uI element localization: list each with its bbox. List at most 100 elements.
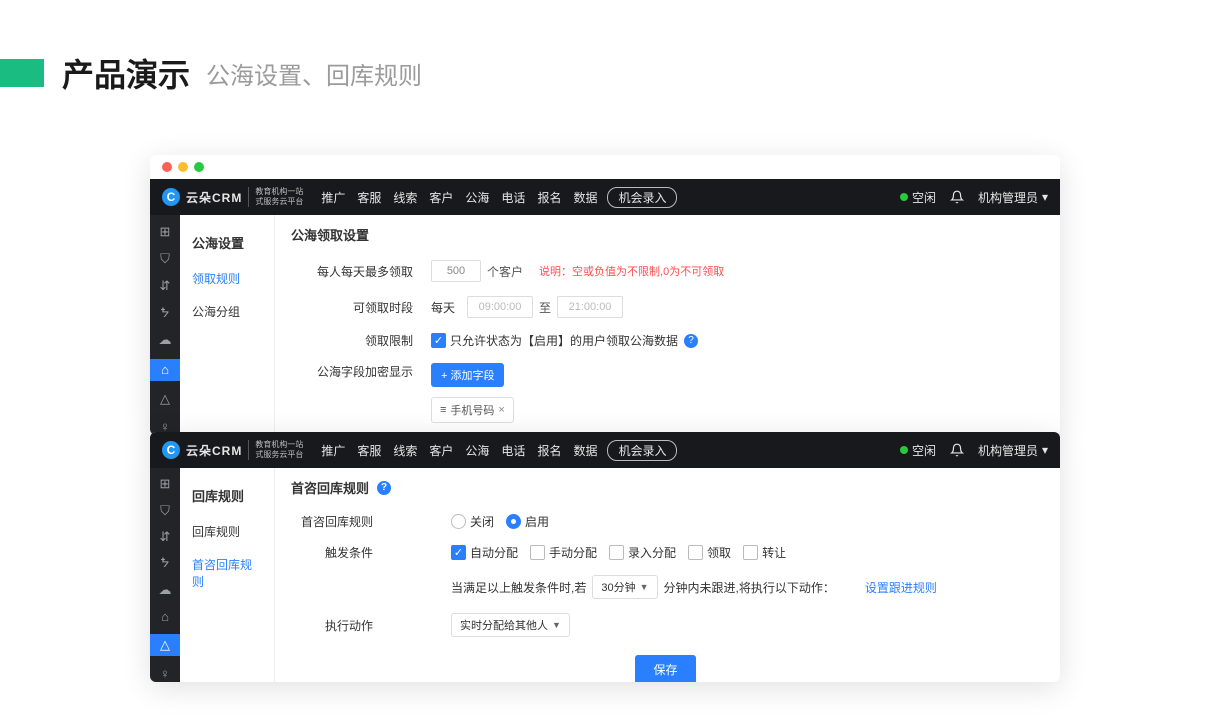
nav-shuju[interactable]: 数据 <box>573 189 597 206</box>
logo-icon: C <box>162 441 180 459</box>
note-text: 说明：空或负值为不限制,0为不可领取 <box>539 263 724 279</box>
mac-close-icon <box>162 162 172 172</box>
opportunity-entry-button[interactable]: 机会录入 <box>607 440 677 461</box>
mac-min-icon <box>178 162 188 172</box>
chk-claim[interactable] <box>688 545 703 560</box>
rail-user-icon[interactable]: ♀ <box>155 666 175 682</box>
rail-stats-icon[interactable]: ⇵ <box>155 529 175 545</box>
nav-xiansuo[interactable]: 线索 <box>393 442 417 459</box>
rail-dashboard-icon[interactable]: ⊞ <box>155 223 175 240</box>
cond-sentence-pre: 当满足以上触发条件时,若 <box>451 579 586 596</box>
input-time-from[interactable] <box>467 296 533 318</box>
help-icon[interactable]: ? <box>377 481 391 495</box>
screenshot-huiku: C 云朵CRM 教育机构一站式服务云平台 推广 客服 线索 客户 公海 电话 报… <box>150 432 1060 682</box>
nav-kefu[interactable]: 客服 <box>357 189 381 206</box>
sidebar-item-fenzu[interactable]: 公海分组 <box>180 295 274 328</box>
chk-auto[interactable]: ✓ <box>451 545 466 560</box>
nav-dianhua[interactable]: 电话 <box>501 442 525 459</box>
topbar-b: C 云朵CRM 教育机构一站式服务云平台 推广 客服 线索 客户 公海 电话 报… <box>150 432 1060 468</box>
nav-baoming[interactable]: 报名 <box>537 189 561 206</box>
cond-sentence-post: 分钟内未跟进,将执行以下动作： <box>664 579 835 596</box>
tag-remove-icon[interactable]: × <box>498 404 504 416</box>
radio-on[interactable] <box>506 514 521 529</box>
help-icon[interactable]: ? <box>684 334 698 348</box>
top-nav-b: 推广 客服 线索 客户 公海 电话 报名 数据 <box>321 442 597 459</box>
logo-text: 云朵CRM <box>186 442 242 459</box>
nav-kefu[interactable]: 客服 <box>357 442 381 459</box>
logo-subtext: 教育机构一站式服务云平台 <box>248 187 303 206</box>
label-encrypt-fields: 公海字段加密显示 <box>291 363 431 380</box>
bell-icon[interactable] <box>950 443 964 457</box>
chevron-down-icon: ▼ <box>640 582 649 592</box>
input-max-claim[interactable] <box>431 260 481 282</box>
user-menu[interactable]: 机构管理员▾ <box>978 442 1048 459</box>
chk-manual[interactable] <box>530 545 545 560</box>
select-action[interactable]: 实时分配给其他人▼ <box>451 613 570 637</box>
accent-bar <box>0 59 44 87</box>
nav-kehu[interactable]: 客户 <box>429 189 453 206</box>
rail-home-icon[interactable]: ⌂ <box>155 608 175 624</box>
rail-stats-icon[interactable]: ⇵ <box>155 277 175 294</box>
status-text: 空闲 <box>912 189 936 206</box>
screenshot-gonghai: C 云朵CRM 教育机构一站式服务云平台 推广 客服 线索 客户 公海 电话 报… <box>150 155 1060 435</box>
rail-home-icon[interactable]: ⌂ <box>150 359 180 381</box>
nav-gonghai[interactable]: 公海 <box>465 189 489 206</box>
sidebar-item-shouzi[interactable]: 首咨回库规则 <box>180 548 274 598</box>
opportunity-entry-button[interactable]: 机会录入 <box>607 187 677 208</box>
nav-shuju[interactable]: 数据 <box>573 442 597 459</box>
input-time-to[interactable] <box>557 296 623 318</box>
nav-tuiguang[interactable]: 推广 <box>321 189 345 206</box>
status-dot-icon <box>900 446 908 454</box>
label-trigger: 触发条件 <box>291 544 391 561</box>
content-area: 公海领取设置 每人每天最多领取 个客户 说明：空或负值为不限制,0为不可领取 可… <box>275 215 1060 435</box>
slide-title: 产品演示 <box>62 50 190 96</box>
icon-rail: ⊞ ⛉ ⇵ ᖬ ☁ ⌂ △ ♀ <box>150 215 180 435</box>
radio-on-label: 启用 <box>525 513 549 530</box>
logo-icon: C <box>162 188 180 206</box>
chk-input[interactable] <box>609 545 624 560</box>
nav-gonghai[interactable]: 公海 <box>465 442 489 459</box>
nav-dianhua[interactable]: 电话 <box>501 189 525 206</box>
mac-traffic-lights <box>150 155 1060 179</box>
checkbox-label: 只允许状态为【启用】的用户领取公海数据 <box>450 332 678 349</box>
link-followup-rules[interactable]: 设置跟进规则 <box>865 579 937 596</box>
logo-subtext: 教育机构一站式服务云平台 <box>248 440 303 459</box>
rail-shield-icon[interactable]: ⛉ <box>155 502 175 518</box>
sidebar-item-huiku[interactable]: 回库规则 <box>180 515 274 548</box>
content-title-b: 首咨回库规则 ? <box>291 478 1040 497</box>
save-button[interactable]: 保存 <box>635 655 695 682</box>
rail-shield-icon[interactable]: ⛉ <box>155 250 175 267</box>
nav-baoming[interactable]: 报名 <box>537 442 561 459</box>
status-dot-icon <box>900 193 908 201</box>
user-menu[interactable]: 机构管理员▾ <box>978 189 1048 206</box>
label-action: 执行动作 <box>291 617 391 634</box>
label-rule-switch: 首咨回库规则 <box>291 513 391 530</box>
daily-text: 每天 <box>431 299 455 316</box>
rail-dashboard-icon[interactable]: ⊞ <box>155 476 175 492</box>
icon-rail-b: ⊞ ⛉ ⇵ ᖬ ☁ ⌂ △ ♀ <box>150 468 180 682</box>
chevron-down-icon: ▾ <box>1042 190 1048 204</box>
nav-xiansuo[interactable]: 线索 <box>393 189 417 206</box>
rail-person-icon[interactable]: ᖬ <box>155 555 175 571</box>
rail-recycle-icon[interactable]: △ <box>155 391 175 408</box>
rail-recycle-icon[interactable]: △ <box>150 634 180 655</box>
nav-kehu[interactable]: 客户 <box>429 442 453 459</box>
rail-cloud-icon[interactable]: ☁ <box>155 331 175 348</box>
drag-icon[interactable]: ≡ <box>440 404 446 416</box>
add-field-button[interactable]: + 添加字段 <box>431 363 504 387</box>
nav-tuiguang[interactable]: 推广 <box>321 442 345 459</box>
chk-transfer[interactable] <box>743 545 758 560</box>
content-area-b: 首咨回库规则 ? 首咨回库规则 关闭 启用 触发条件 ✓自动分配 手动分配 录入… <box>275 468 1060 682</box>
bell-icon[interactable] <box>950 190 964 204</box>
radio-off[interactable] <box>451 514 466 529</box>
mac-max-icon <box>194 162 204 172</box>
checkbox-enabled-only[interactable]: ✓ <box>431 333 446 348</box>
select-minutes[interactable]: 30分钟▼ <box>592 575 657 599</box>
logo-text: 云朵CRM <box>186 189 242 206</box>
sidebar-b: 回库规则 回库规则 首咨回库规则 <box>180 468 275 682</box>
slide-header: 产品演示 公海设置、回库规则 <box>0 0 1210 96</box>
rail-cloud-icon[interactable]: ☁ <box>155 582 175 598</box>
unit-text: 个客户 <box>487 263 523 280</box>
sidebar-item-lingqu[interactable]: 领取规则 <box>180 262 274 295</box>
rail-person-icon[interactable]: ᖬ <box>155 304 175 321</box>
